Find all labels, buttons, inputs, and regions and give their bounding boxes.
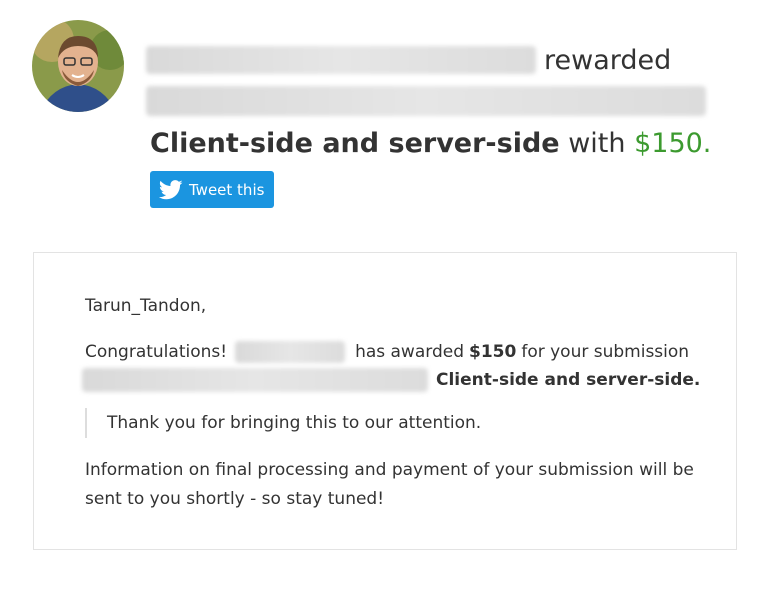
reward-headline-line3: Client-side and server-side with $150. <box>150 128 711 159</box>
reward-headline-line2 <box>146 86 706 116</box>
reward-headline-line1: rewarded <box>146 42 671 78</box>
redacted-report-prefix <box>146 86 706 116</box>
congrats-middle: has awarded <box>355 342 464 362</box>
award-amount: $150 <box>469 342 517 362</box>
congrats-line: Congratulations! has awarded $150 for yo… <box>85 341 689 363</box>
congrats-suffix: for your submission <box>521 342 690 362</box>
message-card: Tarun_Tandon, Congratulations! has award… <box>33 252 737 550</box>
submission-title: Client-side and server-side. <box>436 370 701 390</box>
with-word: with <box>568 128 626 159</box>
redacted-program-name <box>146 46 536 74</box>
twitter-bird-icon <box>159 179 183 199</box>
redacted-submission-prefix <box>82 368 428 392</box>
congrats-prefix: Congratulations! <box>85 342 228 362</box>
message-quote: Thank you for bringing this to our atten… <box>85 408 481 438</box>
submission-line: Client-side and server-side. <box>82 368 700 392</box>
info-line-1: Information on final processing and paym… <box>85 460 694 480</box>
reward-amount: $150. <box>634 128 712 159</box>
quote-text: Thank you for bringing this to our atten… <box>107 413 482 433</box>
report-title: Client-side and server-side <box>150 128 560 159</box>
greeting: Tarun_Tandon, <box>85 296 207 316</box>
tweet-button-label: Tweet this <box>189 180 265 199</box>
tweet-button[interactable]: Tweet this <box>150 171 274 208</box>
info-line-2: sent to you shortly - so stay tuned! <box>85 489 385 509</box>
redacted-program-name <box>235 341 346 363</box>
rewarded-word: rewarded <box>544 44 672 76</box>
avatar <box>32 20 124 112</box>
